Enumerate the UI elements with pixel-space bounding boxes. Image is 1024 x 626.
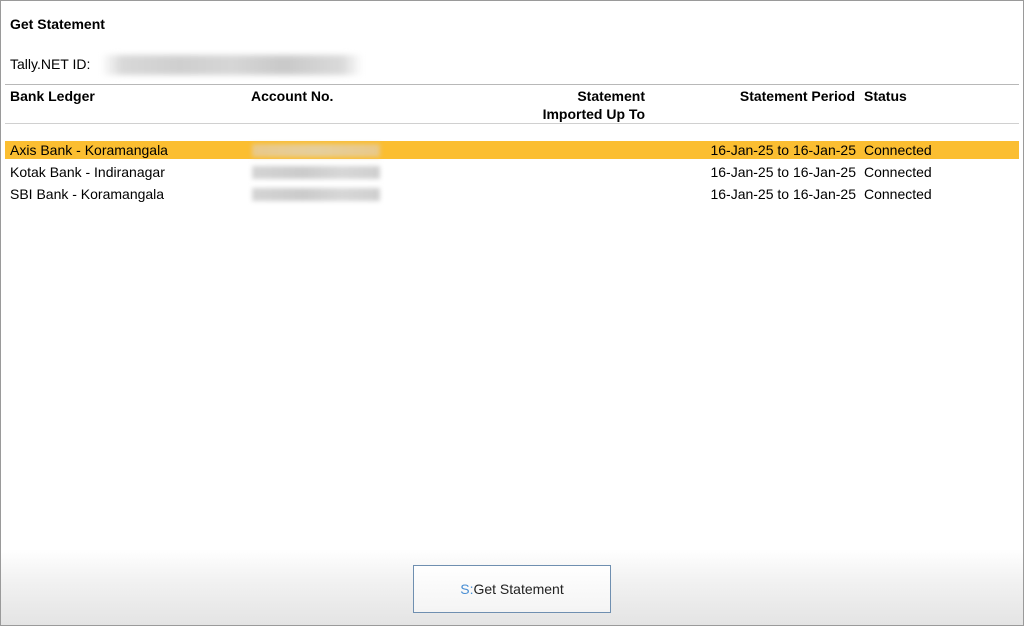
column-header-account-no: Account No. xyxy=(251,88,334,104)
get-statement-button-label: Get Statement xyxy=(473,581,564,597)
row-status: Connected xyxy=(864,186,932,202)
header-top-divider xyxy=(5,84,1019,85)
get-statement-window: Get Statement Tally.NET ID: Bank Ledger … xyxy=(0,0,1024,626)
row-bank-ledger: Kotak Bank - Indiranagar xyxy=(10,164,165,180)
table-row[interactable]: Kotak Bank - Indiranagar 16-Jan-25 to 16… xyxy=(5,163,1019,181)
row-account-no-redacted xyxy=(252,188,380,201)
row-account-no-redacted xyxy=(252,144,380,157)
row-statement-period: 16-Jan-25 to 16-Jan-25 xyxy=(710,186,856,202)
shortcut-key-label: S: xyxy=(460,581,474,597)
table-row[interactable]: Axis Bank - Koramangala 16-Jan-25 to 16-… xyxy=(5,141,1019,159)
row-bank-ledger: Axis Bank - Koramangala xyxy=(10,142,168,158)
column-header-bank-ledger: Bank Ledger xyxy=(10,88,95,104)
column-header-status: Status xyxy=(864,88,907,104)
table-row[interactable]: SBI Bank - Koramangala 16-Jan-25 to 16-J… xyxy=(5,185,1019,203)
row-account-no-redacted xyxy=(252,166,380,179)
row-status: Connected xyxy=(864,164,932,180)
tally-net-id-label: Tally.NET ID: xyxy=(10,56,91,72)
column-header-statement-imported-line1: Statement xyxy=(577,88,645,104)
row-bank-ledger: SBI Bank - Koramangala xyxy=(10,186,165,202)
row-statement-period: 16-Jan-25 to 16-Jan-25 xyxy=(710,142,856,158)
column-header-statement-imported-line2: Imported Up To xyxy=(542,106,645,122)
header-bottom-divider xyxy=(5,123,1019,124)
column-header-statement-imported: Statement Imported Up To xyxy=(543,87,645,123)
row-statement-period: 16-Jan-25 to 16-Jan-25 xyxy=(710,164,856,180)
column-header-statement-period: Statement Period xyxy=(739,88,855,104)
row-status: Connected xyxy=(864,142,932,158)
get-statement-button[interactable]: S:Get Statement xyxy=(413,565,611,613)
window-title: Get Statement xyxy=(10,16,105,32)
tally-net-id-value-redacted xyxy=(101,55,363,75)
